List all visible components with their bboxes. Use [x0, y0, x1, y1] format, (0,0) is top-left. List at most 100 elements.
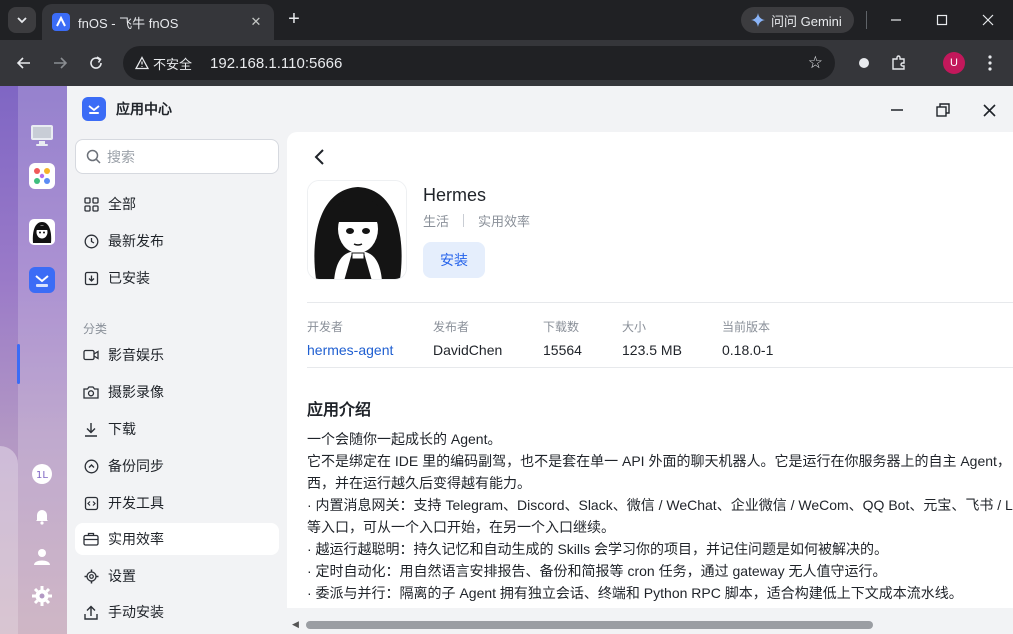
meta-label: 开发者	[307, 320, 344, 334]
dock-monitor-app[interactable]	[28, 121, 56, 149]
meta-label: 当前版本	[722, 320, 771, 334]
gemini-sparkle-icon	[751, 13, 765, 27]
chat-bubble-icon	[859, 58, 869, 68]
dock-app-store-tiles[interactable]	[28, 162, 56, 190]
intro-title: 应用介绍	[307, 402, 372, 419]
window-title-group: 应用中心	[82, 97, 172, 121]
description-line: 西，并在运行越久后变得越有能力。	[307, 475, 531, 491]
browser-menu-button[interactable]	[978, 51, 1002, 75]
sidebar-item-download[interactable]: 下载	[75, 413, 279, 445]
sidebar-item-installed[interactable]: 已安装	[75, 262, 279, 294]
sidebar-item-media[interactable]: 影音娱乐	[75, 339, 279, 371]
meta-developer: 开发者 hermes-agent	[307, 318, 393, 358]
description-line: 它不是绑定在 IDE 里的编码副驾，也不是套在单一 API 外面的聊天机器人。它…	[307, 453, 1011, 469]
window-title: 应用中心	[116, 101, 172, 117]
app-tags: 生活 实用效率	[423, 211, 530, 230]
meta-label: 下载数	[543, 320, 580, 334]
meta-publisher: 发布者 DavidChen	[433, 318, 502, 358]
search-icon	[86, 149, 101, 164]
description-line: · 定时自动化：用自然语言安排报告、备份和简报等 cron 任务，通过 gate…	[307, 563, 887, 579]
gear-icon	[83, 568, 99, 584]
extension-chat-button[interactable]	[852, 51, 876, 75]
profile-avatar[interactable]: U	[943, 52, 965, 74]
dock-hermes-app[interactable]	[28, 218, 56, 246]
maximize-icon	[936, 14, 948, 26]
description-line: · 内置消息网关：支持 Telegram、Discord、Slack、微信 / …	[307, 497, 1013, 513]
back-button[interactable]	[10, 49, 38, 77]
dock-app-center[interactable]	[28, 266, 56, 294]
reload-button[interactable]	[82, 49, 110, 77]
browser-tab-active[interactable]: fnOS - 飞牛 fnOS ✕	[42, 4, 274, 40]
meta-value: DavidChen	[433, 342, 503, 358]
sidebar-item-latest[interactable]: 最新发布	[75, 225, 279, 257]
camera-icon	[83, 384, 99, 400]
chevron-left-icon	[314, 149, 324, 165]
app-tag-category[interactable]: 实用效率	[478, 211, 530, 230]
sidebar-item-label: 影音娱乐	[108, 347, 164, 363]
tab-search-button[interactable]	[8, 7, 36, 33]
sidebar-item-all[interactable]: 全部	[75, 188, 279, 220]
grid-icon	[83, 196, 99, 212]
sidebar-item-label: 最新发布	[108, 233, 164, 249]
warning-triangle-icon	[135, 56, 149, 70]
ask-gemini-button[interactable]: 问问 Gemini	[741, 7, 854, 33]
meta-label: 大小	[622, 320, 647, 334]
address-bar[interactable]: 不安全 192.168.1.110:5666 ☆	[123, 46, 835, 80]
horizontal-scrollbar[interactable]: ◀	[287, 616, 1013, 634]
app-tag-category[interactable]: 生活	[423, 211, 449, 230]
sidebar-item-photo[interactable]: 摄影录像	[75, 376, 279, 408]
scrollbar-thumb[interactable]	[306, 621, 873, 629]
hermes-app-icon	[307, 180, 407, 280]
sidebar-item-label: 手动安装	[108, 604, 164, 620]
meta-value: 0.18.0-1	[722, 342, 774, 358]
window-restore-button[interactable]	[931, 98, 955, 122]
scroll-left-arrow-icon[interactable]: ◀	[292, 619, 299, 630]
user-icon	[34, 549, 50, 565]
developer-link[interactable]: hermes-agent	[307, 342, 393, 358]
install-button[interactable]: 安装	[423, 242, 485, 278]
dock-settings[interactable]	[28, 582, 56, 610]
minimize-icon	[891, 109, 903, 111]
browser-title-bar: fnOS - 飞牛 fnOS ✕ + 问问 Gemini	[0, 0, 1013, 40]
insecure-label: 不安全	[153, 56, 193, 72]
dock-notifications[interactable]	[28, 502, 56, 530]
sidebar-item-label: 备份同步	[108, 458, 164, 474]
sidebar-item-label: 下载	[108, 421, 136, 437]
search-input[interactable]: 搜索	[75, 139, 279, 174]
dock-sync-app[interactable]: 1L	[28, 460, 56, 488]
minimize-icon	[891, 19, 901, 21]
dock-user[interactable]	[28, 542, 56, 570]
sidebar-item-backup[interactable]: 备份同步	[75, 450, 279, 482]
arrow-left-icon	[16, 57, 30, 69]
sidebar-item-devtools[interactable]: 开发工具	[75, 487, 279, 519]
sidebar-item-label: 开发工具	[108, 495, 164, 511]
category-section-label: 分类	[83, 322, 108, 336]
arrow-right-icon	[54, 57, 68, 69]
dock-wallpaper-shape	[0, 446, 18, 634]
gemini-label: 问问 Gemini	[771, 13, 842, 29]
bookmark-star-icon[interactable]: ☆	[808, 53, 823, 73]
sidebar-item-label: 设置	[108, 568, 136, 584]
video-icon	[83, 347, 99, 363]
app-description: 一个会随你一起成长的 Agent。 它不是绑定在 IDE 里的编码副驾，也不是套…	[307, 428, 1013, 604]
download-icon	[83, 421, 99, 437]
extensions-button[interactable]	[887, 51, 911, 75]
monitor-icon	[31, 125, 53, 146]
window-minimize-button[interactable]	[885, 98, 909, 122]
url-text[interactable]: 192.168.1.110:5666	[210, 55, 808, 72]
sidebar-item-settings[interactable]: 设置	[75, 560, 279, 592]
close-tab-icon[interactable]: ✕	[248, 14, 264, 30]
window-close-button[interactable]	[977, 98, 1001, 122]
new-tab-button[interactable]: +	[283, 8, 305, 30]
forward-button[interactable]	[46, 49, 74, 77]
minimize-browser-button[interactable]	[876, 4, 916, 36]
meta-value: 123.5 MB	[622, 342, 682, 358]
sidebar-item-productivity[interactable]: 实用效率	[75, 523, 279, 555]
back-button[interactable]	[313, 146, 333, 170]
restore-icon	[936, 103, 950, 117]
maximize-browser-button[interactable]	[922, 4, 962, 36]
sidebar-item-manual-install[interactable]: 手动安装	[75, 596, 279, 628]
toolbox-icon	[83, 531, 99, 547]
site-security-chip[interactable]: 不安全	[135, 54, 202, 73]
close-browser-button[interactable]	[968, 4, 1008, 36]
